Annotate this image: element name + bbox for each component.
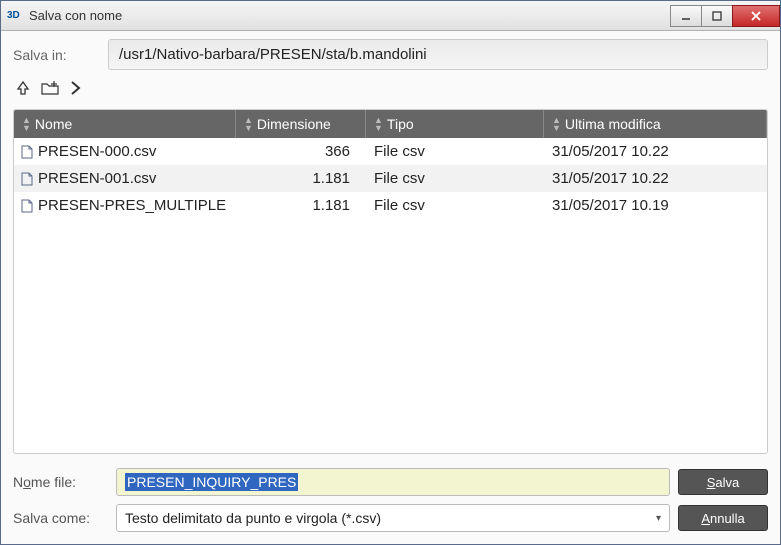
column-header-name[interactable]: ▲▼ Nome [14, 110, 236, 138]
file-modified: 31/05/2017 10.19 [544, 197, 767, 214]
column-name-label: Nome [35, 116, 72, 132]
file-size: 1.181 [236, 170, 366, 187]
sort-arrows-icon: ▲▼ [22, 116, 31, 132]
app-icon: 3D [7, 8, 23, 24]
save-as-type-value: Testo delimitato da punto e virgola (*.c… [125, 510, 381, 526]
chevron-down-icon: ▾ [656, 513, 661, 524]
file-name: PRESEN-000.csv [38, 143, 156, 160]
forward-icon[interactable] [69, 80, 81, 101]
filename-selected-text: PRESEN_INQUIRY_PRES [125, 473, 298, 491]
maximize-button[interactable] [701, 5, 733, 27]
file-size: 366 [236, 143, 366, 160]
save-button[interactable]: Salva [678, 469, 768, 495]
sort-arrows-icon: ▲▼ [244, 116, 253, 132]
minimize-button[interactable] [670, 5, 702, 27]
file-type: File csv [366, 170, 544, 187]
path-input[interactable]: /usr1/Nativo-barbara/PRESEN/sta/b.mandol… [108, 39, 768, 70]
up-icon[interactable] [15, 80, 31, 101]
column-header-row: ▲▼ Nome ▲▼ Dimensione ▲▼ Tipo ▲▼ Ultima … [14, 110, 767, 138]
column-modified-label: Ultima modifica [565, 116, 661, 132]
sort-arrows-icon: ▲▼ [552, 116, 561, 132]
file-name: PRESEN-PRES_MULTIPLE [38, 197, 226, 214]
save-as-type-combo[interactable]: Testo delimitato da punto e virgola (*.c… [116, 504, 670, 532]
column-header-type[interactable]: ▲▼ Tipo [366, 110, 544, 138]
bottom-panel: Nome file: PRESEN_INQUIRY_PRES Salva Sal… [13, 468, 768, 532]
column-header-modified[interactable]: ▲▼ Ultima modifica [544, 110, 767, 138]
close-button[interactable] [732, 5, 780, 27]
window-controls [671, 5, 780, 27]
save-as-type-label: Salva come: [13, 510, 108, 526]
file-modified: 31/05/2017 10.22 [544, 143, 767, 160]
file-type: File csv [366, 143, 544, 160]
file-icon [20, 145, 34, 159]
file-list: ▲▼ Nome ▲▼ Dimensione ▲▼ Tipo ▲▼ Ultima … [13, 109, 768, 454]
new-folder-icon[interactable] [41, 80, 59, 101]
file-icon [20, 172, 34, 186]
table-row[interactable]: PRESEN-001.csv 1.181File csv31/05/2017 10… [14, 165, 767, 192]
save-in-label: Salva in: [13, 47, 108, 63]
file-icon [20, 199, 34, 213]
column-size-label: Dimensione [257, 116, 331, 132]
column-header-size[interactable]: ▲▼ Dimensione [236, 110, 366, 138]
filename-input[interactable]: PRESEN_INQUIRY_PRES [116, 468, 670, 496]
titlebar: 3D Salva con nome [1, 1, 780, 31]
nav-toolbar [13, 76, 768, 109]
column-type-label: Tipo [387, 116, 414, 132]
file-name: PRESEN-001.csv [38, 170, 156, 187]
file-size: 1.181 [236, 197, 366, 214]
filename-label: Nome file: [13, 474, 108, 490]
file-type: File csv [366, 197, 544, 214]
sort-arrows-icon: ▲▼ [374, 116, 383, 132]
table-row[interactable]: PRESEN-PRES_MULTIPLE 1.181File csv31/05/2… [14, 192, 767, 219]
cancel-button[interactable]: Annulla [678, 505, 768, 531]
table-row[interactable]: PRESEN-000.csv 366File csv31/05/2017 10.2… [14, 138, 767, 165]
window-title: Salva con nome [29, 8, 671, 23]
file-modified: 31/05/2017 10.22 [544, 170, 767, 187]
dialog-content: Salva in: /usr1/Nativo-barbara/PRESEN/st… [1, 31, 780, 544]
file-list-body[interactable]: PRESEN-000.csv366File csv31/05/2017 10.2… [14, 138, 767, 453]
